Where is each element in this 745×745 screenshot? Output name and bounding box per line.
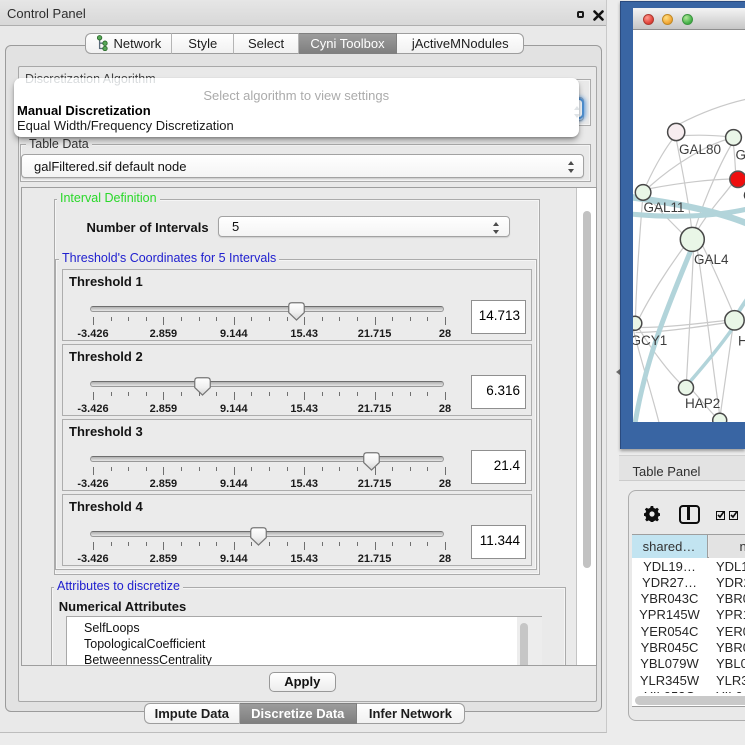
svg-text:H: H [738,333,745,348]
svg-text:GCY1: GCY1 [633,333,667,348]
svg-text:HAP2: HAP2 [685,396,720,411]
svg-text:GA: GA [735,147,745,162]
svg-text:GAL80: GAL80 [679,142,721,157]
svg-text:GAL11: GAL11 [643,200,684,215]
svg-text:GAL4: GAL4 [694,252,729,267]
